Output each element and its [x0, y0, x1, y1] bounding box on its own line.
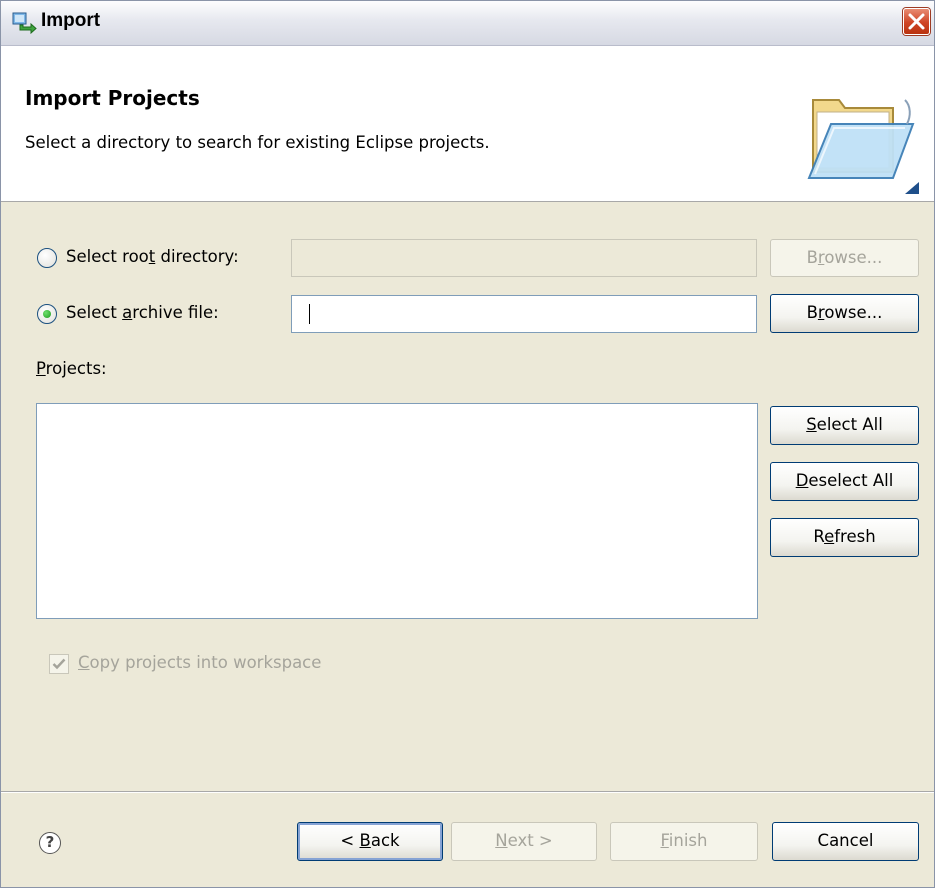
archive-browse-button[interactable]: Browse... — [770, 294, 919, 333]
import-icon — [12, 12, 37, 35]
close-button[interactable] — [903, 8, 930, 35]
text-caret — [309, 304, 310, 324]
open-folder-icon — [807, 99, 919, 194]
select-all-button[interactable]: Select All — [770, 406, 919, 445]
page-title: Import Projects — [25, 86, 200, 110]
next-button: Next > — [451, 822, 597, 861]
finish-button: Finish — [610, 822, 758, 861]
root-directory-label[interactable]: Select root directory: — [66, 247, 239, 266]
close-icon — [908, 13, 925, 30]
archive-file-radio[interactable] — [37, 304, 57, 324]
projects-list[interactable] — [36, 403, 758, 619]
projects-label: Projects: — [36, 359, 107, 378]
archive-file-input[interactable] — [291, 295, 757, 333]
help-icon[interactable]: ? — [39, 832, 61, 854]
footer-separator — [1, 791, 934, 793]
window-title: Import — [41, 10, 101, 31]
radio-selected-dot — [43, 310, 51, 318]
copy-projects-checkbox — [49, 654, 69, 674]
page-description: Select a directory to search for existin… — [25, 133, 490, 152]
archive-file-label[interactable]: Select archive file: — [66, 303, 219, 322]
root-browse-button: Browse... — [770, 239, 919, 277]
copy-projects-label: Copy projects into workspace — [78, 653, 322, 672]
root-directory-input — [291, 239, 757, 277]
cancel-button[interactable]: Cancel — [772, 822, 919, 861]
title-bar[interactable]: Import — [1, 1, 934, 46]
header-banner: Import Projects Select a directory to se… — [1, 46, 934, 202]
import-dialog: Import Import Projects Select a director… — [0, 0, 935, 888]
back-button[interactable]: < Back — [297, 822, 443, 861]
deselect-all-button[interactable]: Deselect All — [770, 462, 919, 501]
checkmark-icon — [52, 658, 66, 670]
root-directory-radio[interactable] — [37, 248, 57, 268]
refresh-button[interactable]: Refresh — [770, 518, 919, 557]
